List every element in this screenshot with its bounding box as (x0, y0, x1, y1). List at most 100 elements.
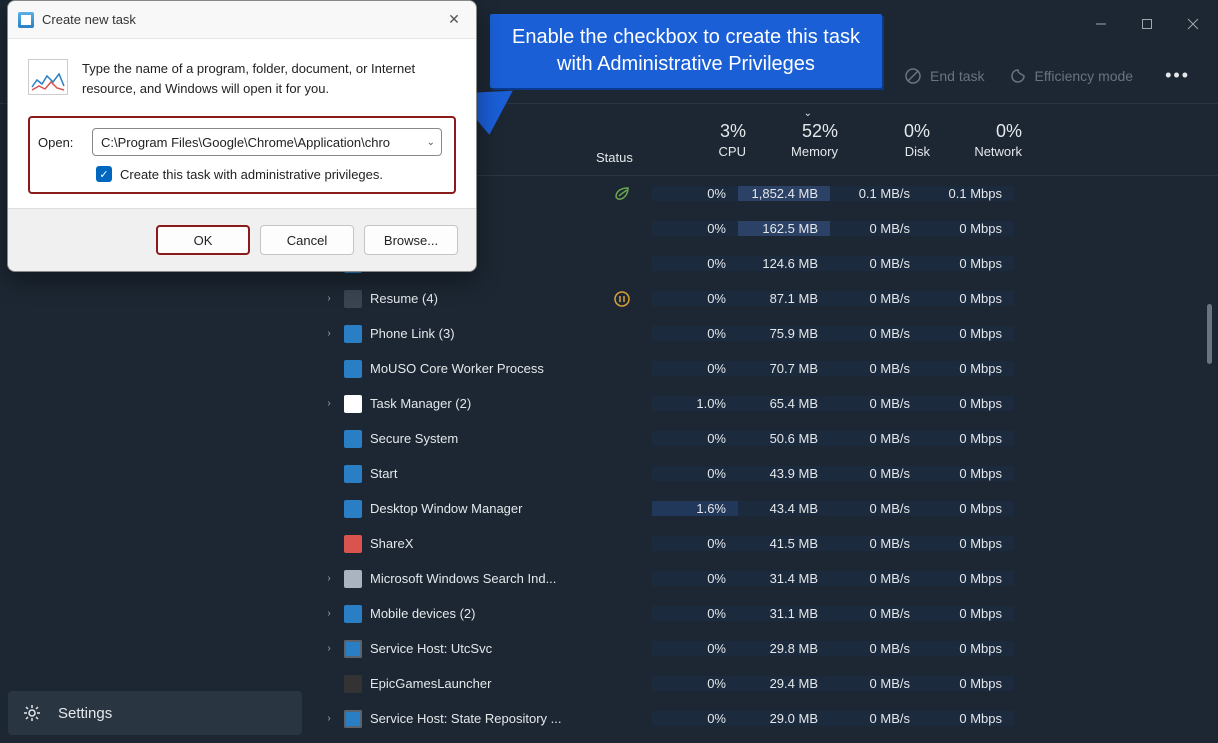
table-row[interactable]: ShareX0%41.5 MB0 MB/s0 Mbps (310, 526, 1218, 561)
metric-cell: 0% (652, 676, 738, 691)
sort-indicator-icon: ⌄ (804, 108, 812, 119)
minimize-button[interactable] (1078, 8, 1124, 40)
sidebar-label: Settings (58, 705, 112, 722)
metric-cell: 29.4 MB (738, 676, 830, 691)
app-icon (344, 570, 362, 588)
app-icon (344, 640, 362, 658)
status-cell (592, 290, 652, 308)
metric-cell: 0 MB/s (830, 571, 922, 586)
cancel-button[interactable]: Cancel (260, 225, 354, 255)
table-row[interactable]: EpicGamesLauncher0%29.4 MB0 MB/s0 Mbps (310, 666, 1218, 701)
close-button[interactable] (1170, 8, 1216, 40)
table-row[interactable]: Start0%43.9 MB0 MB/s0 Mbps (310, 456, 1218, 491)
metric-cell: 0.1 MB/s (830, 186, 922, 201)
metric-cell: 31.4 MB (738, 571, 830, 586)
expand-icon[interactable]: › (322, 293, 336, 304)
dialog-close-button[interactable]: ✕ (440, 8, 468, 32)
metric-cell: 0 Mbps (922, 606, 1014, 621)
process-name: Desktop Window Manager (370, 501, 522, 516)
metric-cell: 162.5 MB (738, 221, 830, 236)
metric-cell: 0 MB/s (830, 641, 922, 656)
table-row[interactable]: ›Mobile devices (2)0%31.1 MB0 MB/s0 Mbps (310, 596, 1218, 631)
metric-cell: 0% (652, 256, 738, 271)
efficiency-icon (1009, 67, 1027, 85)
process-name: Service Host: State Repository ... (370, 711, 561, 726)
metric-cell: 0 MB/s (830, 291, 922, 306)
process-name: Mobile devices (2) (370, 606, 476, 621)
table-row[interactable]: Desktop Window Manager1.6%43.4 MB0 MB/s0… (310, 491, 1218, 526)
metric-cell: 0% (652, 536, 738, 551)
app-icon (344, 360, 362, 378)
more-menu-button[interactable]: ••• (1157, 65, 1198, 86)
browse-button[interactable]: Browse... (364, 225, 458, 255)
table-row[interactable]: ›Task Manager (2)1.0%65.4 MB0 MB/s0 Mbps (310, 386, 1218, 421)
metric-cell: 0% (652, 571, 738, 586)
expand-icon[interactable]: › (322, 643, 336, 654)
metric-cell: 0% (652, 711, 738, 726)
expand-icon[interactable]: › (322, 713, 336, 724)
metric-cell: 0 MB/s (830, 221, 922, 236)
end-task-button[interactable]: End task (904, 67, 984, 85)
app-icon (344, 395, 362, 413)
metric-cell: 1,852.4 MB (738, 186, 830, 201)
app-icon (344, 430, 362, 448)
open-path-combobox[interactable]: C:\Program Files\Google\Chrome\Applicati… (92, 128, 442, 156)
process-name: Secure System (370, 431, 458, 446)
column-disk[interactable]: 0%Disk (850, 104, 942, 175)
table-row[interactable]: ›Service Host: UtcSvc0%29.8 MB0 MB/s0 Mb… (310, 631, 1218, 666)
app-icon (344, 605, 362, 623)
maximize-button[interactable] (1124, 8, 1170, 40)
metric-cell: 29.0 MB (738, 711, 830, 726)
table-row[interactable]: › Service Host: State Repository ... 0%29.… (310, 701, 1218, 736)
settings-icon (22, 703, 42, 723)
metric-cell: 87.1 MB (738, 291, 830, 306)
end-task-icon (904, 67, 922, 85)
metric-cell: 0.1 Mbps (922, 186, 1014, 201)
table-row[interactable]: ›Phone Link (3)0%75.9 MB0 MB/s0 Mbps (310, 316, 1218, 351)
metric-cell: 0 MB/s (830, 466, 922, 481)
metric-cell: 0 Mbps (922, 256, 1014, 271)
metric-cell: 1.6% (652, 501, 738, 516)
metric-cell: 1.0% (652, 396, 738, 411)
table-row[interactable]: ›Resume (4)0%87.1 MB0 MB/s0 Mbps (310, 281, 1218, 316)
app-icon (344, 465, 362, 483)
expand-icon[interactable]: › (322, 328, 336, 339)
metric-cell: 0 Mbps (922, 396, 1014, 411)
column-status[interactable]: Status (592, 104, 672, 175)
expand-icon[interactable]: › (322, 608, 336, 619)
column-memory[interactable]: ⌄52%Memory (758, 104, 850, 175)
metric-cell: 43.9 MB (738, 466, 830, 481)
dialog-app-icon (18, 12, 34, 28)
callout-text: with Administrative Privileges (512, 51, 860, 78)
column-network[interactable]: 0%Network (942, 104, 1034, 175)
app-icon (344, 500, 362, 518)
metric-cell: 31.1 MB (738, 606, 830, 621)
column-cpu[interactable]: 3%CPU (672, 104, 758, 175)
table-row[interactable]: Secure System0%50.6 MB0 MB/s0 Mbps (310, 421, 1218, 456)
sidebar-item-settings[interactable]: Settings (8, 691, 302, 735)
process-name: Microsoft Windows Search Ind... (370, 571, 556, 586)
metric-cell: 41.5 MB (738, 536, 830, 551)
scrollbar-thumb[interactable] (1207, 304, 1212, 364)
table-row[interactable]: › Microsoft Windows Search Ind... 0%31.4 M… (310, 561, 1218, 596)
ok-button[interactable]: OK (156, 225, 250, 255)
expand-icon[interactable]: › (322, 573, 336, 584)
admin-privileges-checkbox[interactable]: ✓ (96, 166, 112, 182)
efficiency-mode-button[interactable]: Efficiency mode (1009, 67, 1134, 85)
metric-cell: 0% (652, 606, 738, 621)
app-icon (344, 675, 362, 693)
metric-cell: 0% (652, 641, 738, 656)
expand-icon[interactable]: › (322, 398, 336, 409)
app-icon (344, 290, 362, 308)
metric-cell: 0 Mbps (922, 501, 1014, 516)
table-row[interactable]: MoUSO Core Worker Process0%70.7 MB0 MB/s… (310, 351, 1218, 386)
metric-cell: 29.8 MB (738, 641, 830, 656)
process-name: EpicGamesLauncher (370, 676, 491, 691)
end-task-label: End task (930, 68, 984, 84)
metric-cell: 0% (652, 466, 738, 481)
metric-cell: 0 Mbps (922, 536, 1014, 551)
metric-cell: 0 Mbps (922, 466, 1014, 481)
metric-cell: 0 MB/s (830, 431, 922, 446)
admin-privileges-label: Create this task with administrative pri… (120, 167, 383, 182)
process-name: Task Manager (2) (370, 396, 471, 411)
